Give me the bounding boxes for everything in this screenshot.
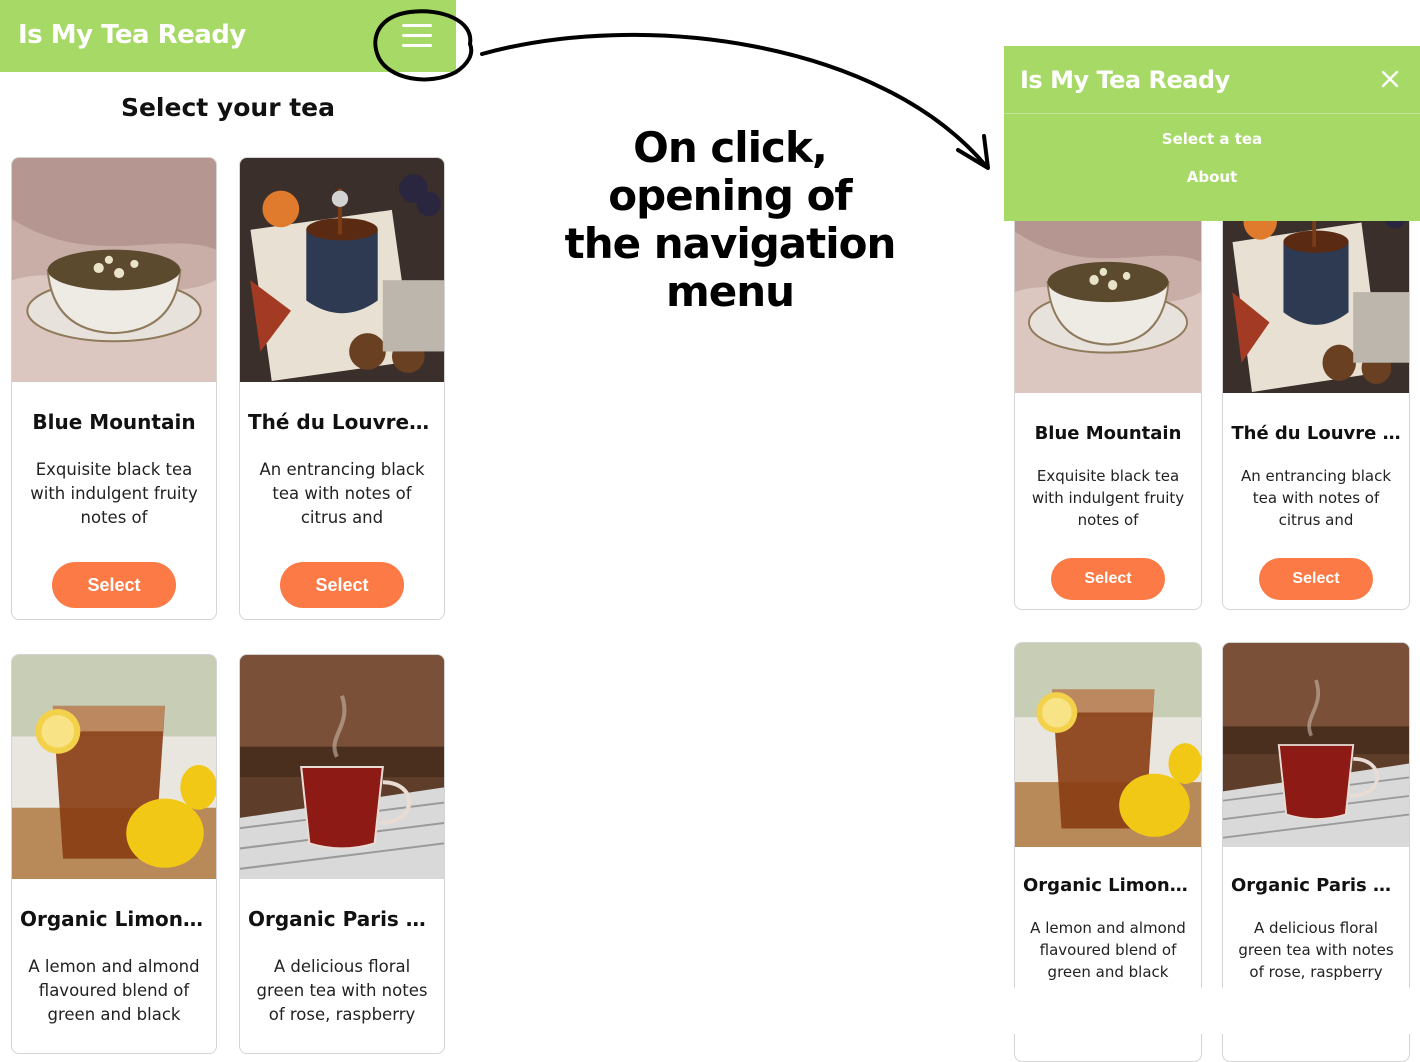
tea-name: Organic Paris F… <box>1231 875 1401 896</box>
tea-name: Blue Mountain <box>1034 423 1182 444</box>
menu-item-about[interactable]: About <box>1004 168 1420 186</box>
close-icon[interactable] <box>1378 67 1402 91</box>
annotation-text: On click, opening of the navigation menu <box>560 124 900 316</box>
tea-name: Thé du Louvre … <box>1231 423 1401 444</box>
tea-card: Blue Mountain Exquisite black tea with i… <box>1014 170 1202 610</box>
viewport-crop <box>1004 988 1420 1034</box>
navigation-menu: Is My Tea Ready Select a tea About <box>1004 46 1420 221</box>
tea-description: An entrancing black tea with notes of ci… <box>1240 467 1392 529</box>
tea-name: Organic Limonc… <box>1023 875 1193 896</box>
select-button[interactable]: Select <box>1051 558 1165 600</box>
tea-card: Thé du Louvre … An entrancing black tea … <box>1222 170 1410 610</box>
annotation-line: the navigation <box>564 219 897 268</box>
tea-description: Exquisite black tea with indulgent fruit… <box>1031 467 1185 529</box>
select-button[interactable]: Select <box>1259 558 1373 600</box>
iced-tea-photo <box>1015 643 1201 847</box>
menu-divider <box>1004 113 1420 114</box>
glass-tea-photo <box>1223 643 1409 847</box>
annotation-line: opening of <box>608 171 852 220</box>
tea-description: A lemon and almond flavoured blend of gr… <box>1030 919 1186 981</box>
app-title: Is My Tea Ready <box>1020 66 1230 94</box>
annotation-line: On click, <box>633 123 828 172</box>
annotation-line: menu <box>665 267 795 316</box>
menu-item-select-tea[interactable]: Select a tea <box>1004 130 1420 148</box>
tea-description: A delicious floral green tea with notes … <box>1238 919 1394 981</box>
